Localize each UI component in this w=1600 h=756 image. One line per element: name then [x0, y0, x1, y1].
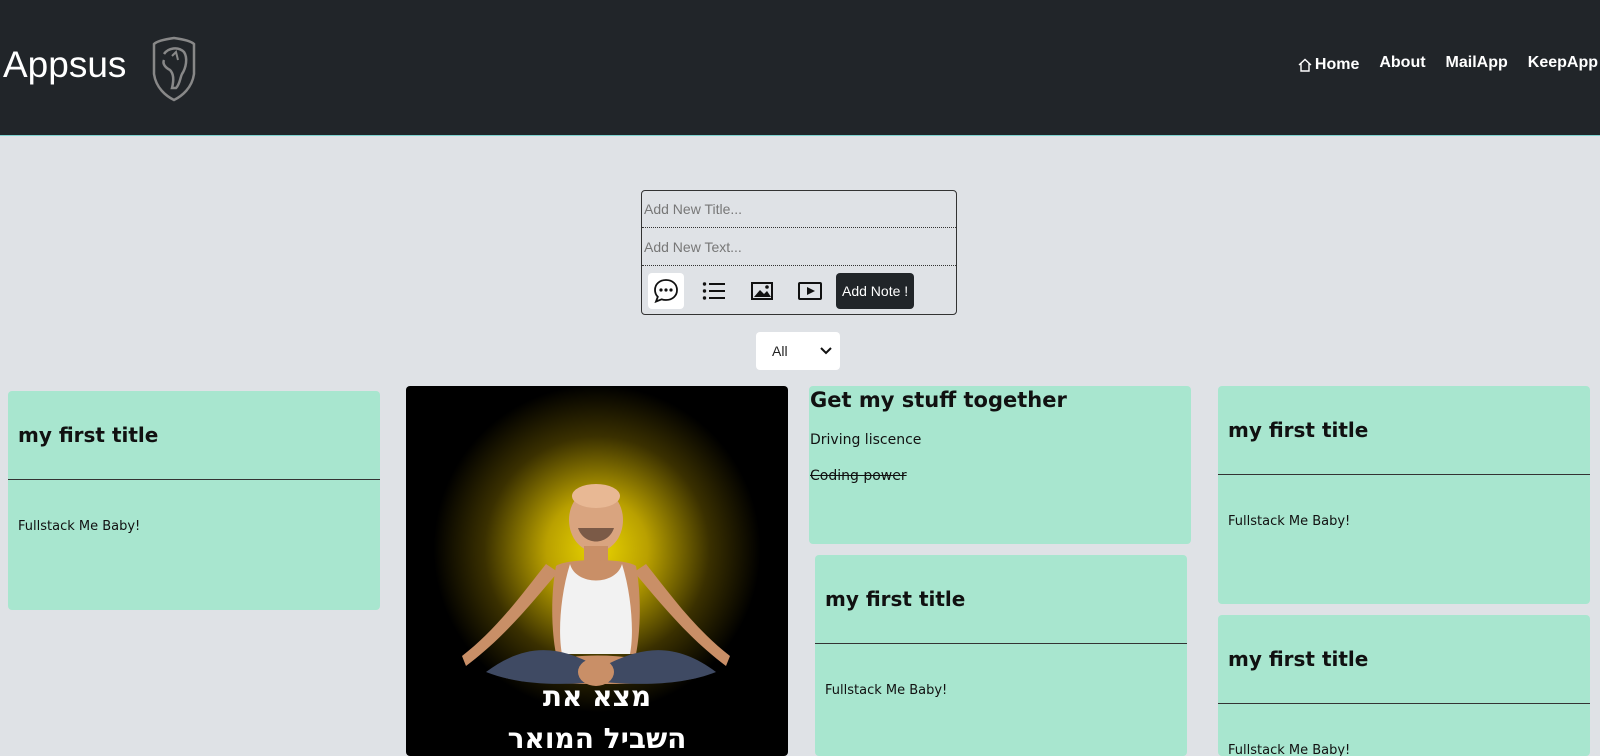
app-logo-text[interactable]: Appsus — [3, 44, 126, 86]
note-title: my first title — [825, 587, 966, 611]
todo-title: Get my stuff together — [810, 388, 1067, 412]
list-icon — [702, 282, 725, 300]
video-note-button[interactable] — [792, 273, 828, 309]
note-title: my first title — [18, 423, 159, 447]
note-filter-select[interactable]: All — [756, 332, 840, 370]
note-card[interactable]: my first title Fullstack Me Baby! — [1218, 615, 1590, 756]
note-composer: Add Note ! — [641, 190, 957, 315]
image-caption-line-1: מצא את — [542, 680, 652, 713]
note-divider — [815, 643, 1187, 644]
note-type-toolbar: Add Note ! — [648, 273, 915, 309]
horse-shield-logo-icon[interactable] — [150, 34, 198, 108]
nav-home[interactable]: Home — [1298, 56, 1359, 74]
video-icon — [798, 282, 822, 300]
note-body: Fullstack Me Baby! — [1228, 514, 1351, 529]
note-title-input[interactable] — [642, 191, 956, 228]
image-note-card[interactable]: מצא את השביל המואר — [406, 386, 788, 756]
note-divider — [1218, 703, 1590, 704]
image-icon — [751, 282, 773, 300]
note-divider — [1218, 474, 1590, 475]
nav-about[interactable]: About — [1379, 54, 1425, 72]
note-body: Fullstack Me Baby! — [825, 683, 948, 698]
add-note-button[interactable]: Add Note ! — [836, 273, 915, 309]
note-title: my first title — [1228, 418, 1369, 442]
note-card[interactable]: my first title Fullstack Me Baby! — [1218, 386, 1590, 604]
speech-bubble-icon — [654, 279, 678, 304]
todo-item[interactable]: Driving liscence — [810, 432, 921, 448]
note-title: my first title — [1228, 647, 1369, 671]
note-divider — [8, 479, 380, 480]
nav-mailapp[interactable]: MailApp — [1446, 54, 1508, 72]
todo-note-card[interactable]: Get my stuff together Driving liscence C… — [809, 386, 1191, 544]
nav-keepapp[interactable]: KeepApp — [1528, 54, 1598, 72]
home-icon — [1298, 58, 1312, 72]
image-caption-line-2: השביל המואר — [507, 722, 687, 755]
text-note-button[interactable] — [648, 273, 684, 309]
note-card[interactable]: my first title Fullstack Me Baby! — [8, 391, 380, 610]
main-nav: Home About MailApp KeepApp — [1298, 52, 1598, 74]
image-note-button[interactable] — [744, 273, 780, 309]
chevron-down-icon — [820, 347, 832, 355]
todo-note-button[interactable] — [696, 273, 732, 309]
nav-home-label: Home — [1314, 56, 1360, 73]
filter-selected-value: All — [772, 343, 788, 359]
app-header: Appsus Home About MailApp KeepApp — [0, 0, 1600, 136]
todo-item-done[interactable]: Coding power — [810, 468, 907, 484]
note-text-input[interactable] — [642, 228, 956, 266]
note-body: Fullstack Me Baby! — [18, 519, 141, 534]
note-body: Fullstack Me Baby! — [1228, 743, 1351, 756]
note-card[interactable]: my first title Fullstack Me Baby! — [815, 555, 1187, 756]
